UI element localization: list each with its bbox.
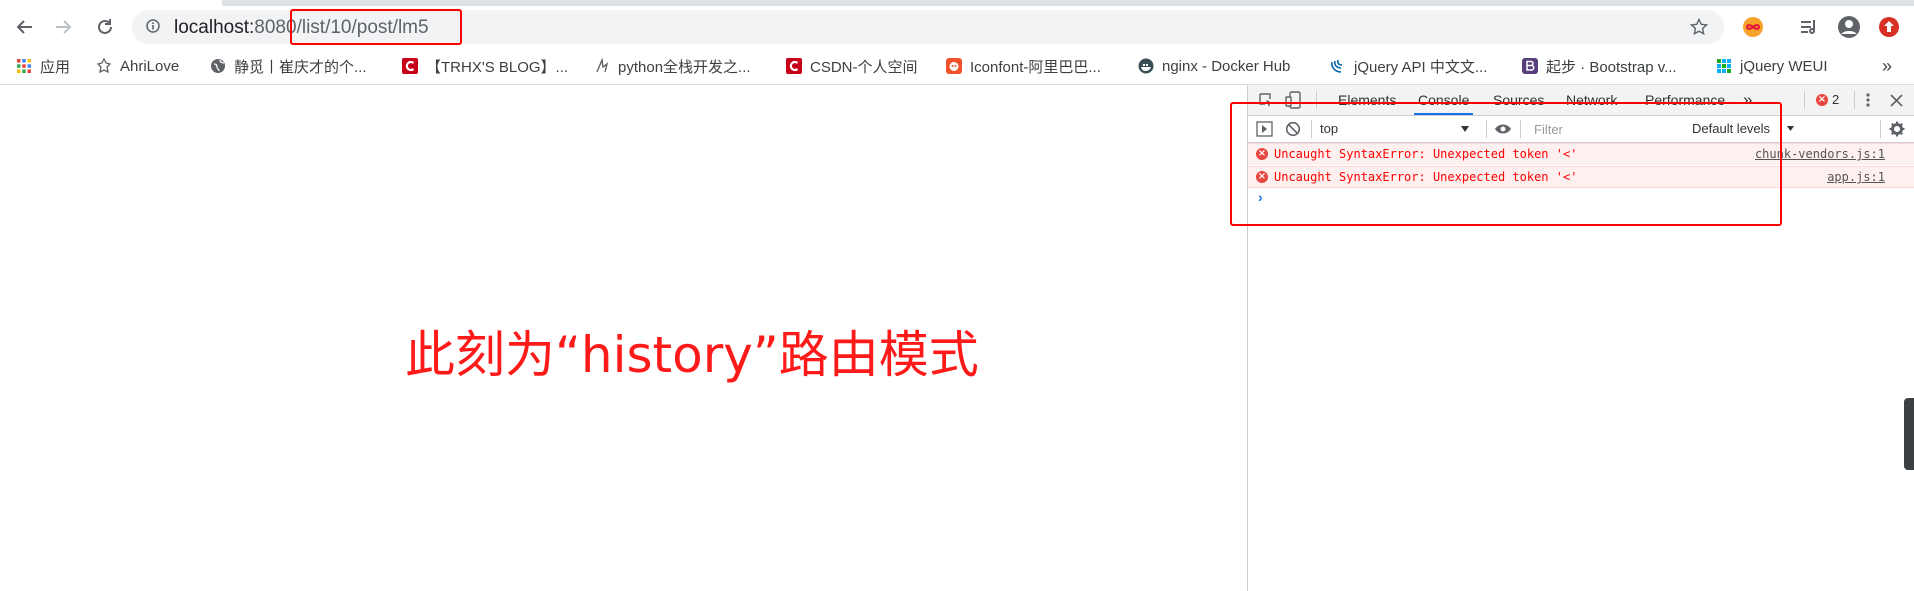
bookmarks-overflow-button[interactable]: » [1882, 48, 1892, 84]
console-settings-gear-icon[interactable] [1889, 121, 1905, 137]
bookmark-ahrilove[interactable]: AhriLove [96, 48, 179, 84]
annotation-text: 此刻为“history”路由模式 [405, 326, 979, 384]
page-content: 此刻为“history”路由模式 [0, 85, 1246, 591]
apps-grid-icon [17, 59, 31, 73]
site-icon [96, 58, 112, 74]
bookmark-csdn[interactable]: CSDN-个人空间 [786, 48, 918, 84]
separator [1804, 91, 1805, 109]
docker-icon [1138, 58, 1154, 74]
bookmark-label: Iconfont-阿里巴巴... [970, 58, 1101, 76]
bookmark-jquery-api[interactable]: jQuery API 中文文... [1330, 48, 1487, 84]
bookmark-label: jQuery API 中文文... [1354, 58, 1488, 76]
error-count[interactable]: 2 [1828, 85, 1843, 115]
close-devtools-icon[interactable] [1890, 94, 1903, 107]
kebab-menu-icon[interactable] [1865, 92, 1871, 108]
csdn-icon [786, 58, 802, 74]
bookmark-label: nginx - Docker Hub [1162, 57, 1291, 75]
iconfont-icon [946, 58, 962, 74]
error-count-icon[interactable]: × [1816, 94, 1828, 106]
extension-button[interactable] [1738, 12, 1768, 42]
bookmark-jingmi[interactable]: 静觅丨崔庆才的个... [210, 48, 367, 84]
bookmark-label: 应用 [40, 58, 71, 76]
url-highlight-box [290, 9, 462, 45]
bookmark-trhx[interactable]: 【TRHX'S BLOG】... [402, 48, 568, 84]
bookmark-apps[interactable]: 应用 [16, 48, 70, 84]
console-highlight-box [1230, 102, 1782, 226]
reload-button[interactable] [90, 12, 120, 42]
bookmark-label: 起步 · Bootstrap v... [1546, 58, 1677, 76]
separator [1854, 91, 1855, 109]
side-panel-handle[interactable] [1904, 398, 1914, 470]
bookmark-star-icon[interactable] [1690, 18, 1708, 36]
site-icon [596, 58, 609, 73]
playlist-icon [1801, 20, 1815, 34]
bookmark-python[interactable]: python全栈开发之... [594, 48, 751, 84]
jquery-icon [1331, 59, 1343, 73]
back-button[interactable] [10, 12, 40, 42]
infinity-extension-icon [1743, 17, 1763, 37]
forward-arrow-icon [56, 20, 72, 34]
globe-icon [211, 59, 225, 73]
profile-button[interactable] [1834, 12, 1864, 42]
bookmark-label: python全栈开发之... [618, 58, 751, 76]
bookmark-iconfont[interactable]: Iconfont-阿里巴巴... [946, 48, 1101, 84]
forward-button[interactable] [48, 12, 78, 42]
browser-toolbar: localhost:8080/list/10/post/lm5 [0, 6, 1914, 48]
bootstrap-icon [1522, 58, 1538, 74]
bookmark-label: jQuery WEUI [1740, 57, 1828, 75]
update-arrow-icon [1879, 17, 1899, 37]
avatar-icon [1838, 16, 1860, 38]
back-arrow-icon [16, 20, 32, 34]
bookmark-label: 静觅丨崔庆才的个... [234, 58, 367, 76]
bookmarks-bar: 应用 AhriLove 静觅丨崔庆才的个... 【TRHX'S BLOG】...… [0, 48, 1914, 85]
error-source-link[interactable]: app.js:1 [1827, 170, 1885, 184]
bookmark-label: 【TRHX'S BLOG】... [426, 58, 569, 76]
media-button[interactable] [1794, 12, 1824, 42]
reload-icon [98, 19, 112, 34]
dropdown-arrow-icon [1787, 126, 1794, 131]
update-button[interactable] [1874, 12, 1904, 42]
bookmark-bootstrap[interactable]: 起步 · Bootstrap v... [1522, 48, 1677, 84]
separator [1880, 120, 1881, 138]
devtools-panel: Elements Console Sources Network Perform… [1230, 85, 1914, 591]
site-info-icon[interactable] [146, 19, 160, 33]
bookmark-label: CSDN-个人空间 [810, 58, 918, 76]
bookmark-jquery-weui[interactable]: jQuery WEUI [1716, 48, 1828, 84]
weui-icon [1717, 59, 1731, 73]
csdn-icon [402, 58, 418, 74]
url-host: localhost: [174, 17, 255, 38]
bookmark-nginx[interactable]: nginx - Docker Hub [1138, 48, 1290, 84]
bookmark-label: AhriLove [120, 57, 180, 75]
